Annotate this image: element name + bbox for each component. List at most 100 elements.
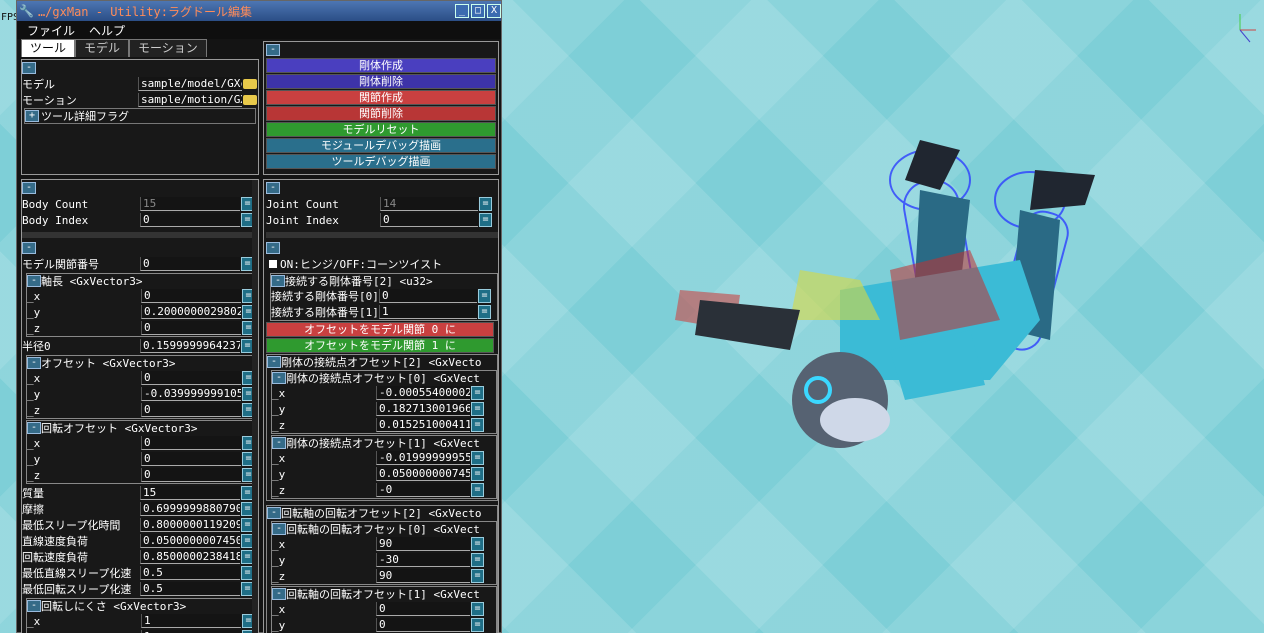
edit-button[interactable]: = [478, 289, 491, 303]
body-index-field[interactable]: 0 [140, 213, 240, 227]
minimize-button[interactable]: _ [455, 4, 469, 18]
tab-tool[interactable]: ツール [21, 39, 76, 57]
vector-component-field[interactable]: 0.182713001966 [376, 402, 470, 416]
joint-count-label: Joint Count [266, 197, 339, 211]
collapse-button[interactable]: - [272, 588, 286, 600]
edit-button[interactable]: = [479, 197, 492, 211]
collapse-button[interactable]: - [22, 182, 36, 194]
vector-component-field[interactable]: 0 [141, 403, 241, 417]
vector-component-field[interactable]: 0.200000002980232 [141, 305, 241, 319]
scrollbar[interactable] [252, 180, 258, 633]
vector-component-field[interactable]: -0 [376, 483, 470, 497]
model-label: モデル [22, 78, 55, 91]
offset-to-joint-1-button[interactable]: オフセットをモデル関節 1 に [266, 338, 494, 353]
action-button[interactable]: 関節削除 [266, 106, 496, 121]
vector-component-field[interactable]: 0.050000000745 [376, 467, 470, 481]
vector-component-field[interactable]: 0 [376, 618, 470, 632]
action-button[interactable]: ツールデバッグ描画 [266, 154, 496, 169]
connect-body-0-field[interactable]: 0 [379, 289, 477, 303]
edit-button[interactable]: = [471, 402, 484, 416]
offset-to-joint-0-button[interactable]: オフセットをモデル関節 0 に [266, 322, 494, 337]
action-button[interactable]: 剛体削除 [266, 74, 496, 89]
vector-component-field[interactable]: 90 [376, 537, 470, 551]
edit-button[interactable]: = [479, 213, 492, 227]
joint-index-field[interactable]: 0 [380, 213, 478, 227]
edit-button[interactable]: = [471, 569, 484, 583]
collapse-button[interactable]: - [271, 275, 285, 287]
tab-motion[interactable]: モーション [129, 39, 207, 57]
edit-button[interactable]: = [471, 537, 484, 551]
vector-component-field[interactable]: -0.000554000027 [376, 386, 470, 400]
action-button[interactable]: モデルリセット [266, 122, 496, 137]
collapse-button[interactable]: - [272, 372, 286, 384]
collapse-button[interactable]: - [266, 182, 280, 194]
vector-component-field[interactable]: 0.015251000411 [376, 418, 470, 432]
vector-component-field[interactable]: 0 [141, 289, 241, 303]
property-field[interactable]: 0.050000000745058 [140, 534, 240, 548]
collapse-button[interactable]: - [272, 523, 286, 535]
vector-component-field[interactable]: 0 [141, 371, 241, 385]
collapse-button[interactable]: - [272, 437, 286, 449]
collapse-button[interactable]: - [22, 242, 36, 254]
property-field[interactable]: 0.850000023841857 [140, 550, 240, 564]
collapse-button[interactable]: - [27, 275, 41, 287]
hinge-checkbox[interactable] [269, 260, 277, 268]
property-field[interactable]: 0.800000011920928 [140, 518, 240, 532]
vector-component-field[interactable]: -0.019999999552 [376, 451, 470, 465]
maximize-button[interactable]: □ [471, 4, 485, 18]
collapse-button[interactable]: - [22, 62, 36, 74]
property-field[interactable]: 0.5 [140, 582, 240, 596]
ragdoll-editor-window[interactable]: 🔧 …/gxMan - Utility:ラグドール編集 _ □ X ファイル ヘ… [16, 0, 502, 633]
model-joint-no-field[interactable]: 0 [140, 257, 240, 271]
edit-button[interactable]: = [471, 553, 484, 567]
edit-button[interactable]: = [478, 305, 491, 319]
edit-button[interactable]: = [471, 418, 484, 432]
vector-component-field[interactable]: -0.03999999910593 [141, 387, 241, 401]
vector-component-field[interactable]: -30 [376, 553, 470, 567]
model-path-field[interactable]: sample/model/GXch [138, 77, 242, 91]
radius-field[interactable]: 0.159999996423721 [140, 339, 240, 353]
edit-button[interactable]: = [471, 451, 484, 465]
rotation-resistance-group: -回転しにくさ <GxVector3> _x1=_y1= [26, 598, 258, 633]
collapse-button[interactable]: - [27, 422, 41, 434]
property-field[interactable]: 15 [140, 486, 240, 500]
menu-file[interactable]: ファイル [27, 22, 75, 39]
edit-button[interactable]: = [471, 483, 484, 497]
collapse-button[interactable]: - [266, 242, 280, 254]
vector-component-field[interactable]: 1 [141, 614, 241, 628]
edit-button[interactable]: = [471, 386, 484, 400]
group-title: オフセット <GxVector3> [41, 357, 176, 370]
edit-button[interactable]: = [471, 467, 484, 481]
expand-button[interactable]: + [25, 110, 39, 122]
folder-icon[interactable] [243, 79, 257, 89]
folder-icon[interactable] [243, 95, 257, 105]
vector-component-label: _x [272, 451, 286, 465]
connect-body-1-field[interactable]: 1 [379, 305, 477, 319]
vector-component-label: _z [272, 569, 286, 583]
property-field[interactable]: 0.5 [140, 566, 240, 580]
action-button[interactable]: モジュールデバッグ描画 [266, 138, 496, 153]
ragdoll-character[interactable] [640, 120, 1120, 480]
property-field[interactable]: 0.699999988079071 [140, 502, 240, 516]
tab-model[interactable]: モデル [75, 39, 130, 57]
motion-path-field[interactable]: sample/motion/GXc [138, 93, 242, 107]
collapse-button[interactable]: - [267, 507, 281, 519]
collapse-button[interactable]: - [27, 357, 41, 369]
action-button[interactable]: 剛体作成 [266, 58, 496, 73]
edit-button[interactable]: = [471, 618, 484, 632]
title-bar[interactable]: 🔧 …/gxMan - Utility:ラグドール編集 _ □ X [17, 1, 501, 21]
menu-help[interactable]: ヘルプ [89, 22, 125, 39]
vector-component-field[interactable]: 90 [376, 569, 470, 583]
collapse-button[interactable]: - [267, 356, 281, 368]
vector-component-field[interactable]: 0 [376, 602, 470, 616]
collapse-button[interactable]: - [27, 600, 41, 612]
close-button[interactable]: X [487, 4, 501, 18]
vector-component-field[interactable]: 0 [141, 436, 241, 450]
vector-component-field[interactable]: 0 [141, 321, 241, 335]
collapse-button[interactable]: - [266, 44, 280, 56]
action-button[interactable]: 関節作成 [266, 90, 496, 105]
vector-component-field[interactable]: 0 [141, 468, 241, 482]
vector-component-field[interactable]: 0 [141, 452, 241, 466]
divider [266, 232, 498, 238]
edit-button[interactable]: = [471, 602, 484, 616]
